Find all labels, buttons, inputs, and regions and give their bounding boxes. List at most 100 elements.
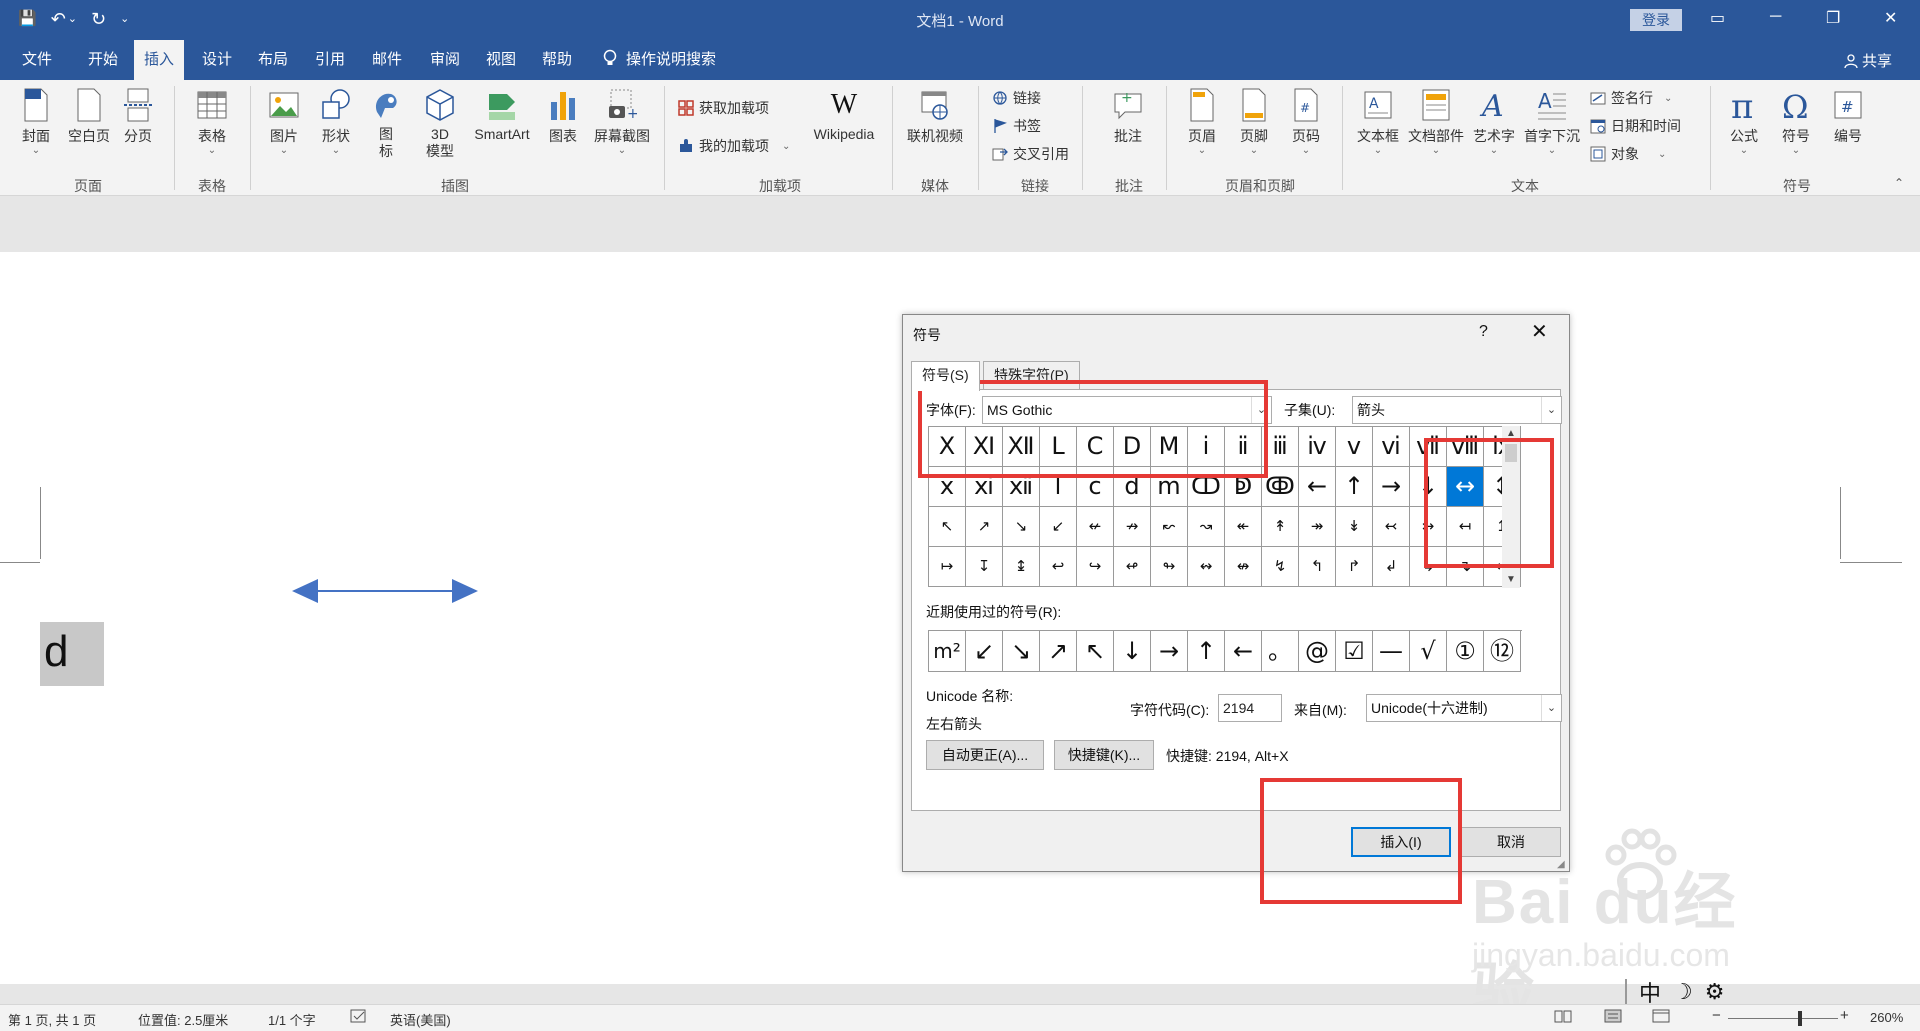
zoom-slider-track[interactable]	[1728, 1018, 1838, 1019]
tab-references[interactable]: 引用	[305, 40, 355, 80]
symbol-cell[interactable]: ↱	[1336, 547, 1373, 587]
symbol-cell[interactable]: ↛	[1114, 507, 1151, 547]
recent-symbol-cell[interactable]: 。	[1262, 631, 1299, 672]
symbol-cell[interactable]: ↯	[1262, 547, 1299, 587]
get-addins-button[interactable]: 获取加载项	[678, 98, 769, 118]
zoom-level[interactable]: 260%	[1870, 1010, 1903, 1025]
web-layout-icon[interactable]	[1652, 1009, 1670, 1026]
equation-button[interactable]: π 公式 ⌄	[1722, 88, 1766, 156]
scroll-down-icon[interactable]: ▼	[1502, 572, 1520, 588]
share-button[interactable]: 共享	[1844, 50, 1892, 71]
tab-insert[interactable]: 插入	[134, 40, 184, 80]
recent-symbol-cell[interactable]: ←	[1225, 631, 1262, 672]
comment-button[interactable]: + 批注	[1104, 88, 1152, 146]
recent-symbol-cell[interactable]: √	[1410, 631, 1447, 672]
print-layout-icon[interactable]	[1604, 1009, 1622, 1026]
symbol-cell[interactable]: ↧	[966, 547, 1003, 587]
language[interactable]: 英语(美国)	[390, 1010, 451, 1029]
recent-symbol-cell[interactable]: ⑫	[1484, 631, 1521, 672]
symbol-cell[interactable]: ↪	[1077, 547, 1114, 587]
symbol-cell[interactable]: ↲	[1373, 547, 1410, 587]
date-time-button[interactable]: 日期和时间	[1590, 116, 1681, 136]
my-addins-button[interactable]: 我的加载项 ⌄	[678, 136, 790, 156]
zoom-in-button[interactable]: +	[1840, 1007, 1849, 1024]
link-button[interactable]: 链接	[992, 88, 1041, 108]
recent-symbol-cell[interactable]: @	[1299, 631, 1336, 672]
symbol-cell[interactable]: ↟	[1262, 507, 1299, 547]
gear-icon[interactable]: ⚙	[1705, 979, 1725, 1005]
symbol-cell[interactable]: ↩	[1040, 547, 1077, 587]
selected-text[interactable]: d	[40, 622, 104, 686]
recent-symbol-cell[interactable]: ↓	[1114, 631, 1151, 672]
symbol-cell[interactable]: ⅴ	[1336, 427, 1373, 467]
recent-symbol-cell[interactable]: ↖	[1077, 631, 1114, 672]
tab-design[interactable]: 设计	[192, 40, 242, 80]
recent-symbol-cell[interactable]: →	[1151, 631, 1188, 672]
page-break-button[interactable]: 分页	[118, 88, 158, 146]
minimize-icon[interactable]: ─	[1770, 8, 1781, 26]
collapse-ribbon-icon[interactable]: ⌃	[1894, 176, 1904, 190]
recent-symbol-cell[interactable]: ↘	[1003, 631, 1040, 672]
number-button[interactable]: # 编号	[1826, 88, 1870, 146]
help-button[interactable]: ?	[1479, 323, 1488, 341]
word-count[interactable]: 1/1 个字	[268, 1010, 316, 1029]
symbol-cell[interactable]: ⅵ	[1373, 427, 1410, 467]
tab-symbols[interactable]: 符号(S)	[911, 361, 980, 391]
vertical-position[interactable]: 位置值: 2.5厘米	[138, 1010, 228, 1029]
page-count[interactable]: 第 1 页, 共 1 页	[8, 1010, 96, 1029]
blank-page-button[interactable]: 空白页	[64, 88, 114, 146]
wikipedia-button[interactable]: W Wikipedia	[806, 88, 882, 142]
cover-page-button[interactable]: 封面 ⌄	[16, 88, 56, 156]
tell-me-search[interactable]: 操作说明搜索	[602, 40, 732, 80]
zoom-out-button[interactable]: −	[1712, 1007, 1721, 1024]
read-mode-icon[interactable]	[1554, 1009, 1572, 1026]
restore-icon[interactable]: ❐	[1826, 8, 1840, 28]
symbol-cell[interactable]: ↡	[1336, 507, 1373, 547]
drop-cap-button[interactable]: A 首字下沉 ⌄	[1520, 88, 1584, 156]
3d-models-button[interactable]: 3D 模型	[418, 88, 462, 160]
subset-select[interactable]: 箭头 ⌄	[1352, 396, 1562, 424]
recent-symbol-cell[interactable]: m²	[929, 631, 966, 672]
tab-help[interactable]: 帮助	[532, 40, 582, 80]
symbol-cell[interactable]: ↨	[1003, 547, 1040, 587]
moon-icon[interactable]: ☽	[1673, 979, 1693, 1005]
symbol-button[interactable]: Ω 符号 ⌄	[1774, 88, 1818, 156]
text-box-button[interactable]: A 文本框 ⌄	[1354, 88, 1402, 156]
symbol-cell[interactable]: ↬	[1151, 547, 1188, 587]
symbol-cell[interactable]: ↘	[1003, 507, 1040, 547]
wordart-button[interactable]: A 艺术字 ⌄	[1470, 88, 1518, 156]
tab-file[interactable]: 文件	[10, 40, 64, 80]
symbol-cell[interactable]: ↮	[1225, 547, 1262, 587]
symbol-cell[interactable]: ←	[1299, 467, 1336, 507]
symbol-cell[interactable]: ↦	[929, 547, 966, 587]
page-number-button[interactable]: # 页码 ⌄	[1284, 88, 1328, 156]
tab-view[interactable]: 视图	[476, 40, 526, 80]
symbol-cell[interactable]: ↭	[1188, 547, 1225, 587]
tab-layout[interactable]: 布局	[248, 40, 298, 80]
zoom-slider-thumb[interactable]	[1798, 1011, 1802, 1026]
footer-button[interactable]: 页脚 ⌄	[1232, 88, 1276, 156]
recent-symbol-cell[interactable]: ①	[1447, 631, 1484, 672]
symbol-cell[interactable]: ↗	[966, 507, 1003, 547]
symbol-cell[interactable]: ⅳ	[1299, 427, 1336, 467]
chart-button[interactable]: 图表	[544, 88, 582, 146]
symbol-cell[interactable]: →	[1373, 467, 1410, 507]
symbol-cell[interactable]: ↠	[1299, 507, 1336, 547]
tab-review[interactable]: 审阅	[420, 40, 470, 80]
dialog-close-button[interactable]: ✕	[1531, 319, 1548, 344]
close-icon[interactable]: ✕	[1884, 8, 1897, 28]
recent-symbol-cell[interactable]: ↙	[966, 631, 1003, 672]
ime-grip[interactable]	[1625, 979, 1627, 1005]
signature-line-button[interactable]: 签名行 ⌄	[1590, 88, 1672, 108]
symbol-cell[interactable]: ↞	[1225, 507, 1262, 547]
from-select[interactable]: Unicode(十六进制) ⌄	[1366, 694, 1562, 722]
header-button[interactable]: 页眉 ⌄	[1180, 88, 1224, 156]
char-code-input[interactable]: 2194	[1218, 694, 1282, 722]
screenshot-button[interactable]: + 屏幕截图 ⌄	[590, 88, 654, 156]
shapes-button[interactable]: 形状 ⌄	[314, 88, 358, 156]
shortcut-key-button[interactable]: 快捷键(K)...	[1054, 740, 1154, 770]
icons-button[interactable]: 图标	[368, 88, 404, 160]
tab-mailings[interactable]: 邮件	[362, 40, 412, 80]
cancel-button[interactable]: 取消	[1461, 827, 1561, 857]
online-video-button[interactable]: 联机视频	[902, 88, 968, 146]
